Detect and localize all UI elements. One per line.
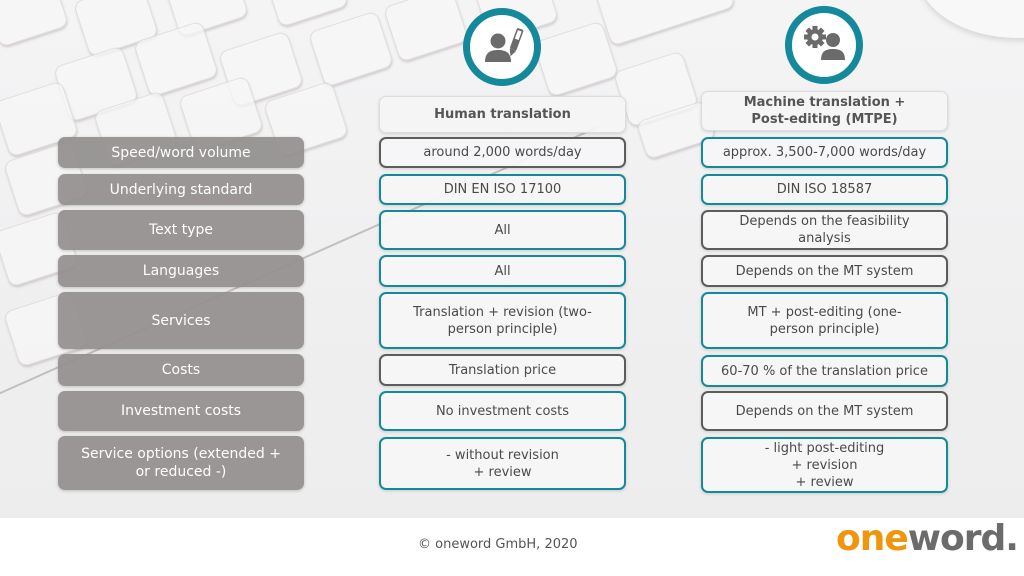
human-investment: No investment costs [379, 391, 626, 431]
keyboard-key [532, 20, 620, 98]
row-label-costs: Costs [58, 354, 304, 386]
human-option-line: - without revision [446, 447, 559, 463]
row-label-standard: Underlying standard [58, 174, 304, 205]
human-services: Translation + revision (two-person princ… [379, 292, 626, 349]
mtpe-speed: approx. 3,500-7,000 words/day [701, 137, 948, 168]
row-label-services: Services [58, 292, 304, 349]
human-languages: All [379, 255, 626, 287]
row-label-text-type: Text type [58, 210, 304, 250]
human-option-line: + review [473, 464, 532, 480]
column-header-human: Human translation [379, 96, 626, 133]
keyboard-key [0, 0, 70, 48]
row-label-investment: Investment costs [58, 391, 304, 431]
copyright-text: © oneword GmbH, 2020 [418, 537, 578, 552]
row-label-service-options: Service options (extended + or reduced -… [58, 436, 304, 490]
mtpe-standard: DIN ISO 18587 [701, 174, 948, 205]
column-header-mtpe-line2: Post-editing (MTPE) [751, 112, 898, 127]
keyboard-key [307, 10, 395, 88]
logo-part-word: word. [907, 518, 1019, 559]
human-text-type: All [379, 210, 626, 250]
oneword-logo: oneword. [836, 518, 1019, 559]
gear-person-icon [785, 6, 863, 84]
mtpe-languages: Depends on the MT system [701, 255, 948, 287]
mtpe-text-type: Depends on the feasibility analysis [701, 210, 948, 250]
column-header-mtpe: Machine translation + Post-editing (MTPE… [701, 91, 948, 131]
mouse [918, 0, 1024, 38]
logo-part-one: one [836, 518, 909, 559]
human-service-options: - without revision + review [379, 437, 626, 490]
keyboard-key [594, 0, 736, 47]
column-header-mtpe-line1: Machine translation + [743, 95, 906, 110]
mtpe-costs: 60-70 % of the translation price [701, 355, 948, 387]
row-label-languages: Languages [58, 255, 304, 287]
human-speed: around 2,000 words/day [379, 137, 626, 168]
human-standard: DIN EN ISO 17100 [379, 174, 626, 205]
mtpe-option-line: - light post-editing [764, 440, 885, 456]
mtpe-option-line: + revision [791, 457, 858, 473]
human-costs: Translation price [379, 354, 626, 386]
mtpe-services: MT + post-editing (one-person principle) [701, 292, 948, 349]
person-pen-icon [463, 8, 541, 86]
row-label-speed: Speed/word volume [58, 137, 304, 168]
mtpe-investment: Depends on the MT system [701, 391, 948, 431]
keyboard-key [382, 0, 470, 63]
mtpe-option-line: + review [795, 474, 854, 490]
column-header-human-text: Human translation [434, 107, 571, 122]
mtpe-service-options: - light post-editing + revision + review [701, 437, 948, 493]
